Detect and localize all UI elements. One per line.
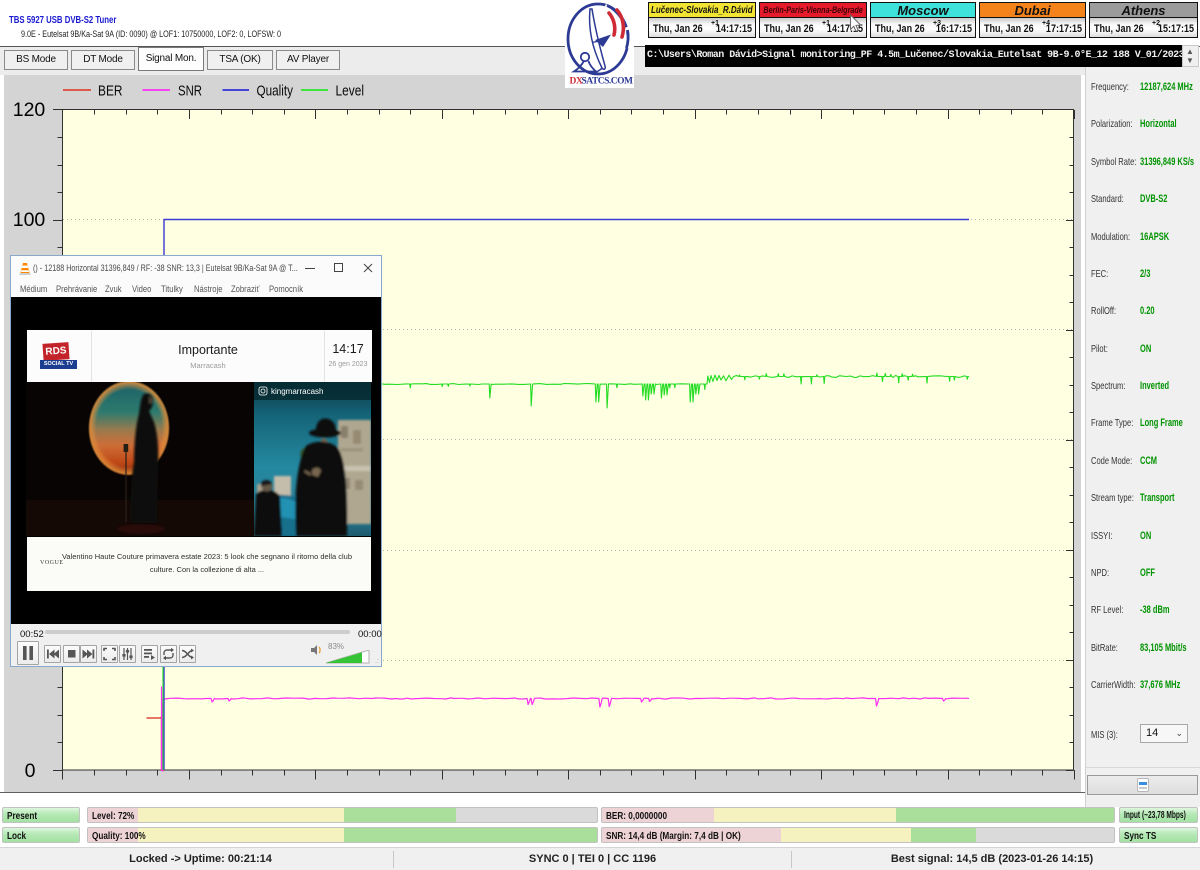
svg-text:SATCS.COM: SATCS.COM <box>582 77 634 87</box>
svg-text:BER: BER <box>98 84 123 100</box>
svg-text:SNR: SNR <box>178 84 202 100</box>
svg-text:120: 120 <box>13 99 46 121</box>
svg-text:Level: Level <box>336 84 365 100</box>
svg-text:100: 100 <box>13 209 46 231</box>
svg-text:Quality: Quality <box>257 84 294 100</box>
svg-text:kingmarracash: kingmarracash <box>271 387 323 396</box>
svg-text:0: 0 <box>25 760 36 782</box>
